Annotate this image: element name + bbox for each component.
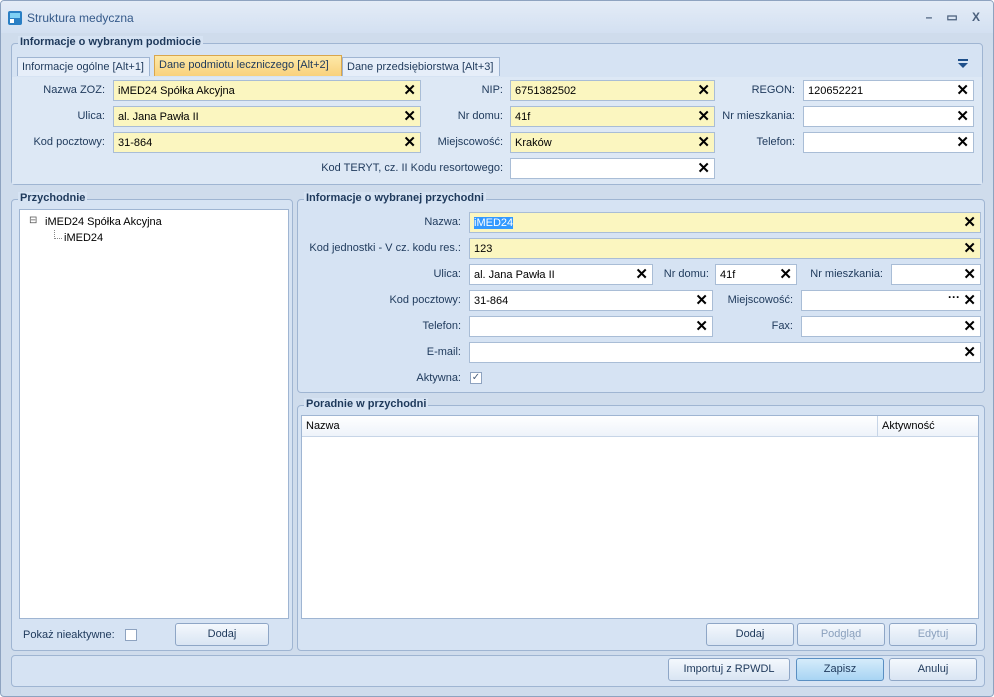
clear-icon[interactable]: ✕ [697, 82, 710, 99]
show-inactive-label: Pokaż nieaktywne: [23, 629, 115, 641]
clinics-tree[interactable] [19, 209, 289, 619]
nr-domu-field[interactable]: 41f ✕ [510, 106, 715, 127]
clinic-nr-mieszkania-label: Nr mieszkania: [810, 268, 883, 280]
clear-icon[interactable]: ✕ [963, 240, 976, 257]
clinic-nr-mieszkania-field[interactable]: ✕ [891, 264, 981, 285]
nip-label: NIP: [481, 84, 503, 96]
clinic-miejscowosc-field[interactable]: ··· ✕ [801, 290, 981, 311]
clear-icon[interactable]: ✕ [697, 108, 710, 125]
departments-legend: Poradnie w przychodni [304, 398, 429, 410]
clear-icon[interactable]: ✕ [779, 266, 792, 283]
clinic-ulica-label: Ulica: [433, 268, 461, 280]
preview-department-button[interactable]: Podgląd [797, 623, 885, 646]
telefon-field[interactable]: ✕ [803, 132, 974, 153]
nazwa-zoz-label: Nazwa ZOZ: [43, 84, 105, 96]
maximize-icon[interactable]: ▭ [942, 9, 962, 25]
ulica-field[interactable]: al. Jana Pawła II ✕ [113, 106, 421, 127]
clinic-nazwa-field[interactable]: iMED24 ✕ [469, 212, 981, 233]
telefon-label: Telefon: [756, 136, 795, 148]
miejscowosc-field[interactable]: Kraków ✕ [510, 132, 715, 153]
ulica-label: Ulica: [77, 110, 105, 122]
add-department-button[interactable]: Dodaj [706, 623, 794, 646]
clinic-info-legend: Informacje o wybranej przychodni [304, 192, 486, 204]
title-bar: Struktura medyczna – ▭ X [1, 1, 993, 33]
kod-pocztowy-field[interactable]: 31-864 ✕ [113, 132, 421, 153]
clinic-nr-domu-label: Nr domu: [663, 268, 709, 280]
tab-enterprise[interactable]: Dane przedsiębiorstwa [Alt+3] [342, 57, 500, 76]
show-inactive-checkbox[interactable] [125, 629, 137, 641]
regon-field[interactable]: 120652221 ✕ [803, 80, 974, 101]
clinic-fax-field[interactable]: ✕ [801, 316, 981, 337]
regon-label: REGON: [751, 84, 795, 96]
kod-jednostki-label: Kod jednostki - V cz. kodu res.: [309, 242, 461, 254]
teryt-field[interactable]: ✕ [510, 158, 715, 179]
clinics-legend: Przychodnie [18, 192, 88, 204]
import-rpwdl-button[interactable]: Importuj z RPWDL [668, 658, 790, 681]
clear-icon[interactable]: ✕ [695, 292, 708, 309]
clinic-kod-pocztowy-field[interactable]: 31-864 ✕ [469, 290, 713, 311]
kod-jednostki-field[interactable]: 123 ✕ [469, 238, 981, 259]
departments-grid[interactable] [301, 415, 979, 619]
nr-domu-label: Nr domu: [457, 110, 503, 122]
clear-icon[interactable]: ✕ [695, 318, 708, 335]
clear-icon[interactable]: ✕ [403, 108, 416, 125]
aktywna-checkbox[interactable]: ✓ [470, 372, 482, 384]
clinic-telefon-field[interactable]: ✕ [469, 316, 713, 337]
ellipsis-icon[interactable]: ··· [948, 291, 960, 304]
clear-icon[interactable]: ✕ [403, 134, 416, 151]
nr-mieszkania-label: Nr mieszkania: [722, 110, 795, 122]
clinic-ulica-field[interactable]: al. Jana Pawła II ✕ [469, 264, 653, 285]
nazwa-zoz-field[interactable]: iMED24 Spółka Akcyjna ✕ [113, 80, 421, 101]
clear-icon[interactable]: ✕ [635, 266, 648, 283]
column-header-aktywnosc[interactable]: Aktywność [877, 416, 978, 437]
nip-field[interactable]: 6751382502 ✕ [510, 80, 715, 101]
tree-node-root[interactable]: iMED24 Spółka Akcyjna [45, 216, 162, 228]
tree-node-clinic[interactable]: iMED24 [64, 232, 103, 244]
clear-icon[interactable]: ✕ [963, 292, 976, 309]
clear-icon[interactable]: ✕ [963, 214, 976, 231]
close-icon[interactable]: X [966, 9, 986, 25]
entity-info-legend: Informacje o wybranym podmiocie [18, 36, 203, 48]
clinic-kod-pocztowy-label: Kod pocztowy: [389, 294, 461, 306]
edit-department-button[interactable]: Edytuj [889, 623, 977, 646]
miejscowosc-label: Miejscowość: [437, 136, 503, 148]
kod-pocztowy-label: Kod pocztowy: [33, 136, 105, 148]
clear-icon[interactable]: ✕ [956, 108, 969, 125]
clear-icon[interactable]: ✕ [963, 318, 976, 335]
clinic-email-field[interactable]: ✕ [469, 342, 981, 363]
clinic-nazwa-label: Nazwa: [424, 216, 461, 228]
nr-mieszkania-field[interactable]: ✕ [803, 106, 974, 127]
collapse-icon[interactable] [957, 59, 969, 69]
clear-icon[interactable]: ✕ [403, 82, 416, 99]
collapse-node-icon[interactable]: ⊟ [29, 215, 37, 226]
clear-icon[interactable]: ✕ [963, 266, 976, 283]
main-window: Struktura medyczna – ▭ X Informacje o wy… [0, 0, 994, 697]
clear-icon[interactable]: ✕ [697, 160, 710, 177]
teryt-label: Kod TERYT, cz. II Kodu resortowego: [321, 162, 503, 174]
clinic-miejscowosc-label: Miejscowość: [727, 294, 793, 306]
tab-general[interactable]: Informacje ogólne [Alt+1] [17, 57, 150, 76]
cancel-button[interactable]: Anuluj [889, 658, 977, 681]
clear-icon[interactable]: ✕ [956, 82, 969, 99]
save-button[interactable]: Zapisz [796, 658, 884, 681]
window-title: Struktura medyczna [27, 11, 134, 25]
column-header-nazwa[interactable]: Nazwa [302, 416, 877, 437]
minimize-icon[interactable]: – [919, 9, 939, 25]
clinic-email-label: E-mail: [426, 346, 461, 358]
clinic-telefon-label: Telefon: [422, 320, 461, 332]
app-icon [8, 11, 22, 25]
add-clinic-button[interactable]: Dodaj [175, 623, 269, 646]
tab-medical-entity[interactable]: Dane podmiotu leczniczego [Alt+2] [154, 55, 342, 76]
clinic-nr-domu-field[interactable]: 41f ✕ [715, 264, 797, 285]
clear-icon[interactable]: ✕ [963, 344, 976, 361]
clear-icon[interactable]: ✕ [956, 134, 969, 151]
clinic-aktywna-label: Aktywna: [416, 372, 461, 384]
tree-line [54, 238, 62, 239]
clinic-fax-label: Fax: [771, 320, 793, 332]
clear-icon[interactable]: ✕ [697, 134, 710, 151]
